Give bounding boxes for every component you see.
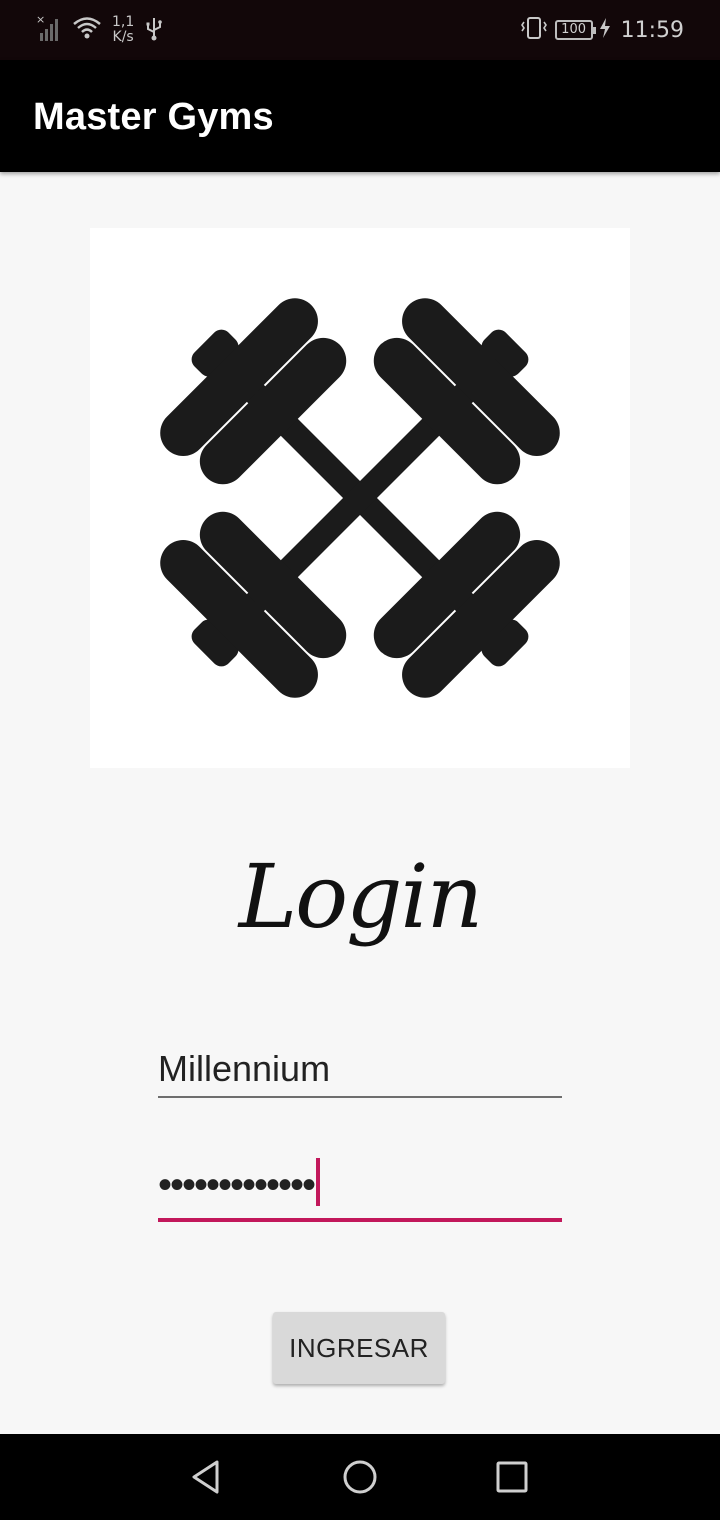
- vibrate-icon: [519, 15, 549, 45]
- recents-icon[interactable]: [492, 1457, 532, 1497]
- text-cursor: [316, 1158, 321, 1206]
- username-value: Millennium: [158, 1048, 331, 1089]
- battery-level: 100: [561, 22, 586, 37]
- password-value-container: •••••••••••••: [158, 1158, 321, 1208]
- battery-icon: 100: [554, 20, 596, 40]
- app-bar: Master Gyms: [0, 60, 720, 172]
- charging-icon: [599, 17, 611, 43]
- app-title: Master Gyms: [33, 96, 274, 138]
- login-heading: Login: [238, 845, 484, 948]
- crossed-dumbbells-icon: [160, 298, 560, 698]
- network-speed-unit: K/s: [112, 29, 134, 45]
- password-field[interactable]: •••••••••••••: [158, 1158, 562, 1222]
- back-icon[interactable]: [186, 1457, 226, 1497]
- home-icon[interactable]: [340, 1457, 380, 1497]
- status-bar: × 1,1 K/s 100 11:59: [0, 0, 720, 60]
- clock: 11:59: [620, 17, 684, 43]
- navigation-bar: [0, 1434, 720, 1520]
- ingresar-button[interactable]: INGRESAR: [273, 1312, 445, 1384]
- network-speed-value: 1,1: [112, 14, 135, 30]
- wifi-icon: [72, 15, 102, 45]
- network-speed: 1,1 K/s: [112, 15, 134, 45]
- status-right: 100 11:59: [519, 12, 684, 48]
- no-signal-icon: ×: [36, 13, 62, 47]
- usb-icon: [144, 15, 164, 45]
- username-field[interactable]: Millennium: [158, 1042, 562, 1098]
- svg-text:×: ×: [36, 13, 45, 26]
- logo-image: [90, 228, 630, 768]
- status-left: × 1,1 K/s: [36, 12, 164, 48]
- password-value: •••••••••••••: [158, 1163, 316, 1207]
